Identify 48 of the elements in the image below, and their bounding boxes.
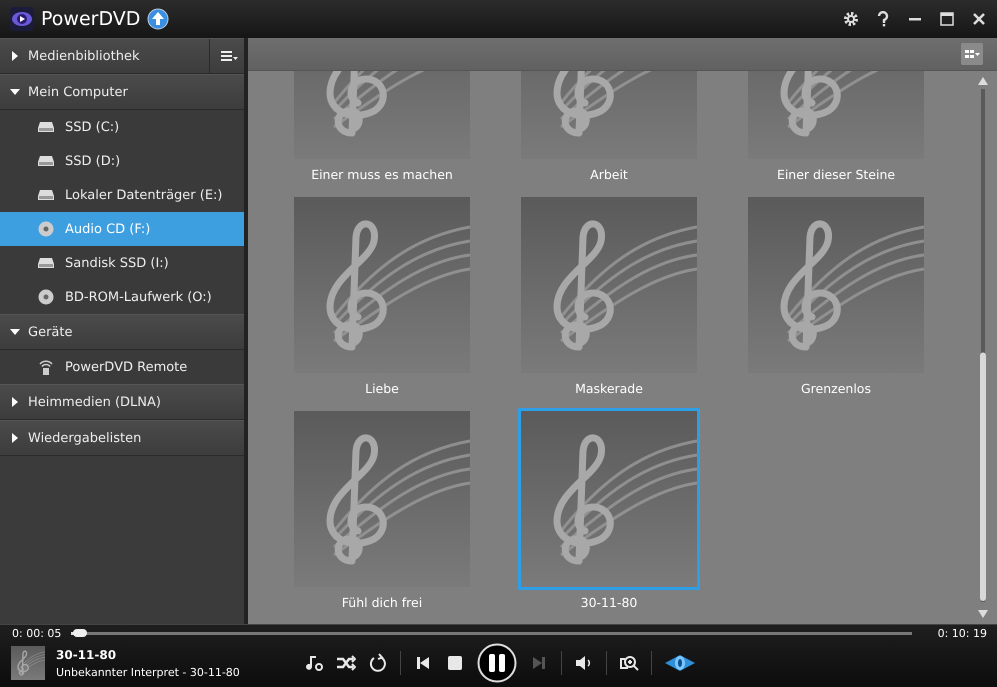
- track-info: Unbekannter Interpret - 30-11-80: [56, 666, 241, 678]
- close-icon[interactable]: [971, 11, 987, 27]
- album-title: Maskerade: [575, 380, 643, 398]
- seek-bar[interactable]: [71, 632, 912, 634]
- remote-icon: [38, 359, 54, 375]
- album-title: Einer dieser Steine: [776, 166, 896, 184]
- sidebar-section-header[interactable]: Mein Computer: [0, 74, 244, 110]
- album-thumbnail: [11, 646, 45, 680]
- zoom-in-icon[interactable]: [619, 653, 639, 673]
- sidebar-section-header[interactable]: Heimmedien (DLNA): [0, 384, 244, 420]
- seek-handle[interactable]: [72, 628, 87, 636]
- album-title: Grenzenlos: [801, 380, 871, 398]
- disc-icon: [38, 289, 54, 305]
- sidebar-section-header[interactable]: Medienbibliothek: [0, 38, 244, 74]
- album-title: Arbeit: [590, 166, 628, 184]
- maximize-icon[interactable]: [939, 11, 955, 27]
- upgrade-icon[interactable]: [147, 8, 170, 30]
- drive-icon: [38, 122, 54, 132]
- disc-icon: [38, 221, 54, 237]
- pause-button[interactable]: [477, 643, 517, 683]
- drive-icon: [38, 156, 54, 166]
- elapsed-time: 0: 00: 05: [12, 626, 62, 640]
- album-title: Liebe: [365, 380, 399, 398]
- expanded-triangle-icon: [10, 87, 20, 97]
- stop-icon[interactable]: [445, 653, 465, 673]
- help-icon[interactable]: [875, 11, 891, 27]
- view-mode-icon[interactable]: [961, 43, 983, 65]
- app-logo-icon: [10, 7, 34, 31]
- collapsed-triangle-icon: [10, 433, 20, 443]
- duration-time: 0: 10: 19: [938, 626, 987, 640]
- window-title: PowerDVD: [41, 8, 140, 30]
- track-title: 30-11-80: [56, 648, 118, 662]
- album-title: Fühl dich frei: [342, 594, 422, 612]
- drive-icon: [38, 258, 54, 268]
- shuffle-icon[interactable]: [336, 653, 356, 673]
- music-settings-icon[interactable]: [304, 653, 324, 673]
- repeat-icon[interactable]: [368, 653, 388, 673]
- drive-icon: [38, 190, 54, 200]
- eye-icon[interactable]: [664, 653, 696, 673]
- album-title: 30-11-80: [580, 594, 638, 612]
- sidebar-section-header[interactable]: Geräte: [0, 314, 244, 350]
- album-title: Einer muss es machen: [311, 166, 453, 184]
- sidebar-section-header[interactable]: Wiedergabelisten: [0, 420, 244, 456]
- settings-icon[interactable]: [843, 11, 859, 27]
- expanded-triangle-icon: [10, 327, 20, 337]
- collapsed-triangle-icon: [10, 51, 20, 61]
- scrollbar[interactable]: [975, 77, 991, 618]
- collapsed-triangle-icon: [10, 397, 20, 407]
